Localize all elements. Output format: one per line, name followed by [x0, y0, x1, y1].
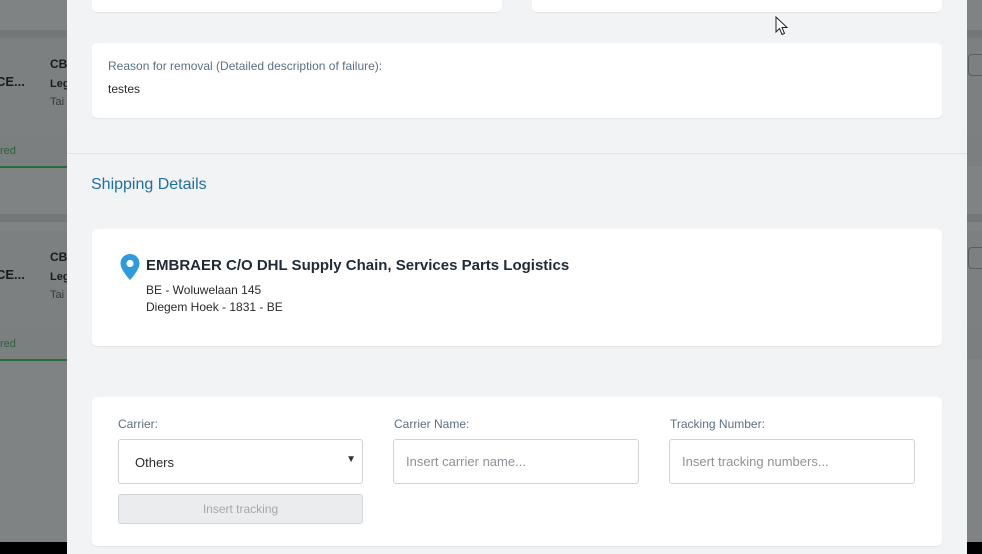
- tracking-number-field: [669, 439, 915, 484]
- background-row-code: CE...: [0, 74, 25, 89]
- insert-tracking-button[interactable]: Insert tracking: [118, 494, 363, 524]
- background-status-line: [0, 359, 67, 361]
- background-row-code: CE...: [0, 267, 25, 282]
- removal-reason-card: Reason for removal (Detailed description…: [92, 43, 942, 118]
- shipping-details-title: Shipping Details: [91, 176, 207, 193]
- caret-down-icon: ▼: [346, 454, 356, 465]
- carrier-name-field: [393, 439, 639, 484]
- tracking-number-label: Tracking Number:: [670, 417, 765, 431]
- removal-reason-value: testes: [108, 82, 141, 96]
- background-row-button: [968, 54, 982, 76]
- removal-reason-label: Reason for removal (Detailed description…: [108, 59, 383, 73]
- background-row-line3: Tai: [50, 289, 65, 301]
- section-divider: [67, 153, 967, 154]
- carrier-select-value: Others: [135, 455, 175, 470]
- tracking-number-input[interactable]: [670, 440, 914, 483]
- carrier-name-input[interactable]: [394, 440, 638, 483]
- background-row-status: red: [0, 338, 16, 350]
- background-row-line1: CB: [50, 250, 68, 264]
- modal-dialog: Reason for removal (Detailed description…: [67, 0, 967, 554]
- address-name: EMBRAER C/O DHL Supply Chain, Services P…: [146, 257, 570, 274]
- background-row-status: red: [0, 145, 16, 157]
- top-field-left: [92, 0, 502, 12]
- map-pin-icon: [120, 254, 140, 280]
- background-row-line1: CB: [50, 57, 68, 71]
- address-line-2: Diegem Hoek - 1831 - BE: [146, 300, 283, 314]
- mouse-cursor-icon: [775, 15, 789, 36]
- background-row-button: [968, 247, 982, 269]
- shipping-address-card: EMBRAER C/O DHL Supply Chain, Services P…: [92, 229, 942, 346]
- background-row-line3: Tai: [50, 96, 65, 108]
- background-status-line: [0, 166, 67, 168]
- carrier-name-label: Carrier Name:: [394, 417, 470, 431]
- address-line-1: BE - Woluwelaan 145: [146, 283, 262, 297]
- carrier-select[interactable]: Others ▼: [118, 439, 363, 484]
- tracking-card: Carrier: Carrier Name: Tracking Number: …: [92, 397, 942, 546]
- carrier-label: Carrier:: [118, 417, 159, 431]
- top-field-right: [532, 0, 942, 12]
